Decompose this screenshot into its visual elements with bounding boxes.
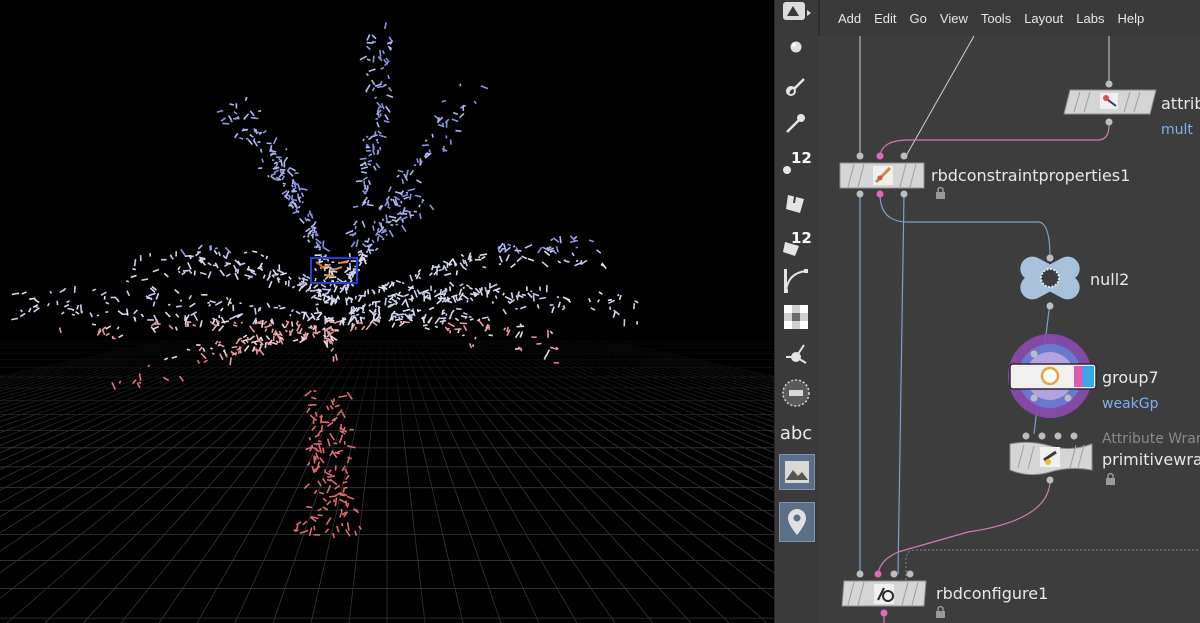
node-wires: [859, 35, 1110, 623]
paint-brush-icon[interactable]: [779, 70, 813, 104]
checker-icon[interactable]: [779, 300, 813, 334]
network-canvas[interactable]: [818, 0, 1200, 623]
node-primitivewrangle[interactable]: [1009, 432, 1093, 484]
tree-point-cloud: [11, 22, 639, 539]
node-primitivewrangle-label: primitivewra: [1102, 450, 1200, 469]
primitive-numbers-icon[interactable]: 12: [779, 226, 813, 260]
view-mode-icon[interactable]: [779, 0, 813, 26]
menu-help[interactable]: Help: [1117, 11, 1144, 26]
node-attrib-label: attrib: [1161, 94, 1200, 113]
viewport-canvas[interactable]: [0, 0, 774, 623]
menu-edit[interactable]: Edit: [874, 11, 896, 26]
menu-tools[interactable]: Tools: [981, 11, 1011, 26]
menu-go[interactable]: Go: [910, 11, 927, 26]
hull-icon[interactable]: [779, 376, 813, 410]
node-rbdconstraintproperties1[interactable]: [839, 152, 925, 198]
menu-add[interactable]: Add: [838, 11, 861, 26]
point-numbers-icon[interactable]: 12: [779, 146, 813, 180]
abc-label: abc: [779, 422, 813, 444]
node-null2[interactable]: [1016, 252, 1084, 310]
pin-icon[interactable]: [779, 106, 813, 140]
curve-icon[interactable]: [779, 264, 813, 298]
node-attrib[interactable]: [1063, 80, 1157, 126]
primitive-numbers-badge: 12: [791, 229, 812, 247]
node-rbdconfigure1-label: rbdconfigure1: [936, 584, 1049, 603]
node-null2-label: null2: [1090, 270, 1130, 289]
menu-layout[interactable]: Layout: [1024, 11, 1063, 26]
primitive-fill-icon[interactable]: [779, 186, 813, 220]
node-group7-label: group7: [1102, 368, 1159, 387]
menubar-separator: [818, 0, 820, 36]
normal-icon[interactable]: [779, 338, 813, 372]
menu-labs[interactable]: Labs: [1076, 11, 1104, 26]
point-icon[interactable]: [779, 30, 813, 64]
point-numbers-badge: 12: [791, 149, 812, 167]
lock-icon-rbdconfigure1[interactable]: [936, 605, 945, 619]
network-box-border: [905, 549, 1200, 580]
abc-text-icon[interactable]: abc: [779, 416, 813, 450]
node-group7-param: weakGp: [1102, 396, 1159, 412]
display-options-toolbar: 12 12 abc: [774, 0, 819, 623]
node-attrib-param: mult: [1161, 122, 1193, 138]
node-rbdconstraintproperties1-label: rbdconstraintproperties1: [931, 166, 1131, 185]
network-menubar: Add Edit Go View Tools Layout Labs Help: [818, 0, 1200, 36]
node-group7[interactable]: [1008, 334, 1097, 418]
image-icon[interactable]: [779, 454, 815, 490]
network-editor[interactable]: attrib mult rbdconstraintproperties1 nul…: [818, 0, 1200, 623]
marker-icon[interactable]: [779, 502, 815, 542]
node-primitivewrangle-comment: Attribute Wran: [1102, 431, 1200, 447]
3d-viewport[interactable]: [0, 0, 774, 623]
lock-icon[interactable]: [936, 186, 945, 200]
grid-fade: [0, 330, 774, 450]
menu-view[interactable]: View: [940, 11, 968, 26]
node-rbdconfigure1[interactable]: [841, 570, 927, 617]
lock-icon-primitivewrangle[interactable]: [1106, 472, 1115, 486]
